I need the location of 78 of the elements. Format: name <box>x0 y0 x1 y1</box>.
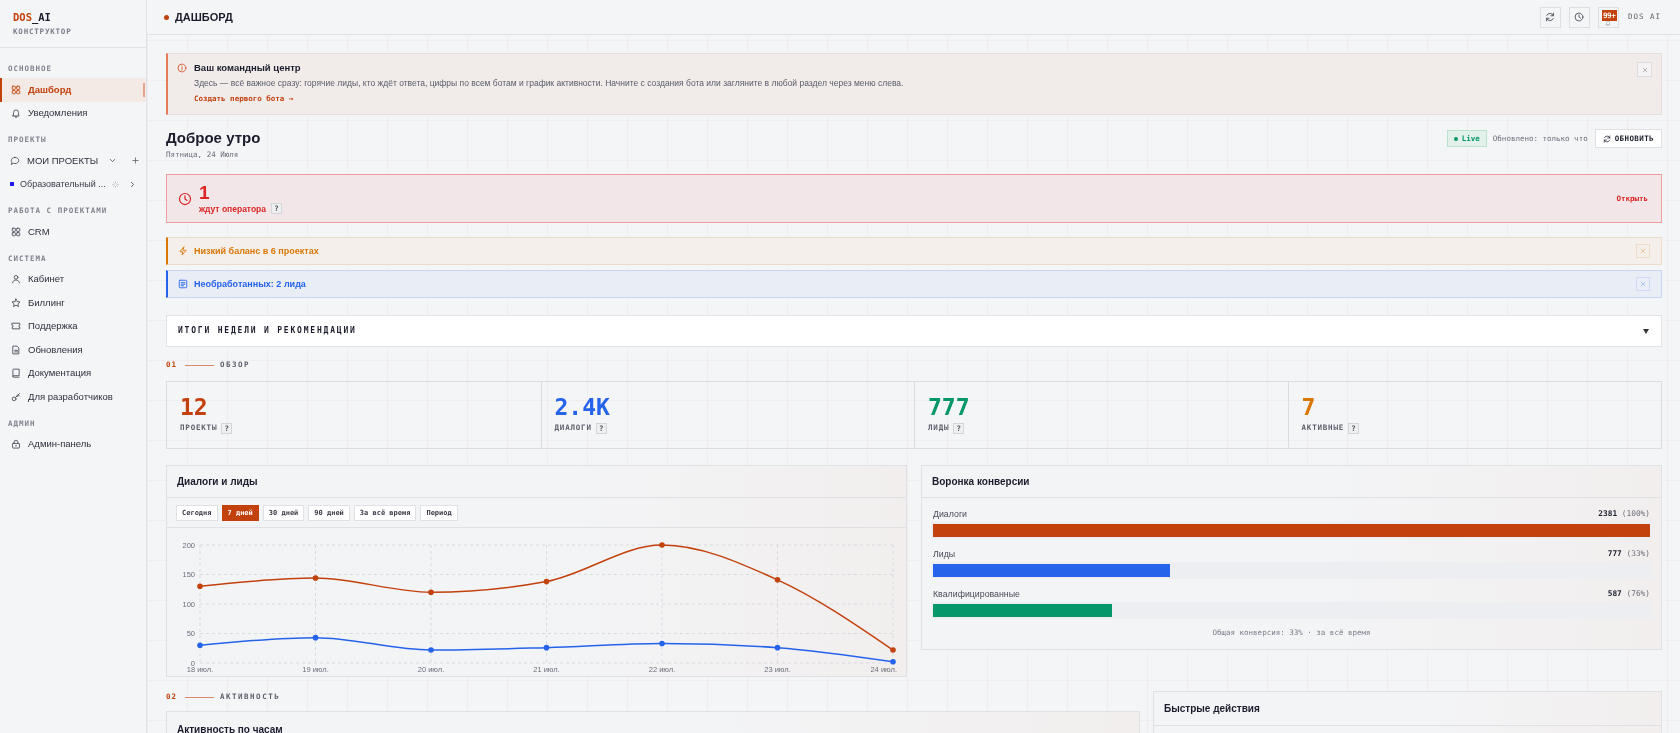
book-icon <box>11 368 21 379</box>
close-button[interactable] <box>1637 62 1652 77</box>
chevron-down-icon <box>109 157 116 165</box>
projects-group-toggle[interactable]: МОИ ПРОЕКТЫ <box>0 149 128 173</box>
stat-value: 2.4K <box>554 395 610 419</box>
nav-item[interactable]: CRM <box>0 220 146 244</box>
project-item[interactable]: Образовательный ... <box>0 172 146 196</box>
page-title: ДАШБОРД <box>175 10 233 24</box>
nav-item[interactable]: Уведомления <box>0 101 146 125</box>
logo: DOS_AI <box>13 11 51 23</box>
nav-item[interactable]: Биллинг <box>0 291 146 315</box>
info-icon <box>177 63 187 73</box>
notice-title: Ваш командный центр <box>194 62 301 74</box>
status-dot-icon <box>164 14 169 20</box>
key-icon <box>11 391 21 402</box>
clock-button[interactable] <box>1568 6 1590 28</box>
refresh-icon <box>1545 12 1556 22</box>
live-dot-icon <box>1453 136 1458 141</box>
bell-icon <box>1605 19 1612 26</box>
data-point <box>312 575 319 581</box>
notice-text: Здесь — всё важное сразу: горячие лиды, кто ждёт ответа, цифры по всем ботам и график активности. Начните с создания бота или загляните в любой раздел через меню слева. <box>194 77 904 89</box>
alert-count: 1 <box>199 182 210 203</box>
grid-icon <box>11 84 21 95</box>
data-point <box>543 644 550 651</box>
chat-bubble-icon <box>10 155 20 166</box>
card-title: Диалоги и лиды <box>177 475 258 488</box>
close-icon <box>1641 66 1648 73</box>
data-point <box>890 647 896 653</box>
nav-item[interactable]: Поддержка <box>0 314 146 338</box>
funnel-label: Квалифицированные <box>933 588 1020 600</box>
close-icon <box>1640 281 1646 287</box>
triangle-down-icon <box>1643 328 1649 334</box>
stat-value: 777 <box>928 395 970 419</box>
banner-text: Низкий баланс в 6 проектах <box>194 245 319 257</box>
greeting-title: Доброе утро <box>166 128 261 148</box>
refresh-icon <box>1602 134 1611 143</box>
user-icon <box>11 274 21 285</box>
funnel-label: Лиды <box>933 548 956 560</box>
spinner-icon <box>112 180 119 188</box>
nav-item[interactable]: Кабинет <box>0 267 146 291</box>
lock-icon <box>11 439 21 450</box>
close-icon <box>1640 248 1646 254</box>
star-icon <box>11 297 21 308</box>
lightning-icon <box>178 246 188 256</box>
stat-value: 7 <box>1301 395 1316 419</box>
data-point <box>543 578 550 585</box>
data-point <box>774 577 781 583</box>
data-point <box>659 640 665 647</box>
ticket-icon <box>11 321 21 332</box>
data-point <box>197 642 203 649</box>
card-title: Активность по часам <box>177 724 283 733</box>
data-point <box>890 659 896 665</box>
card-title: Быстрые действия <box>1164 702 1260 715</box>
clock-icon <box>1574 12 1585 22</box>
grid-icon <box>11 226 21 237</box>
data-point <box>659 542 665 548</box>
clock-icon <box>178 191 192 206</box>
card-title: Воронка конверсии <box>932 475 1030 488</box>
funnel-label: Диалоги <box>933 508 967 520</box>
data-point <box>428 647 434 653</box>
nav-item[interactable]: Дашборд <box>0 78 146 102</box>
banner-text: Необработанных: 2 лида <box>194 278 306 290</box>
list-icon <box>178 279 188 289</box>
nav-item[interactable]: Обновления <box>0 338 146 362</box>
refresh-button[interactable] <box>1539 6 1561 28</box>
bell-icon <box>11 108 21 119</box>
nav-item[interactable]: Для разработчиков <box>0 385 146 409</box>
nav-item[interactable]: Админ-панель <box>0 432 146 456</box>
data-point <box>312 634 319 641</box>
summary-toggle[interactable]: ИТОГИ НЕДЕЛИ И РЕКОМЕНДАЦИИ <box>166 315 1662 347</box>
data-point <box>428 589 434 595</box>
nav-item[interactable]: Документация <box>0 361 146 385</box>
alert-label: ждут оператора <box>199 202 267 215</box>
stat-value: 12 <box>180 395 208 419</box>
plus-icon <box>131 157 139 165</box>
data-point <box>197 583 203 590</box>
document-icon <box>11 344 21 355</box>
data-point <box>774 644 781 651</box>
